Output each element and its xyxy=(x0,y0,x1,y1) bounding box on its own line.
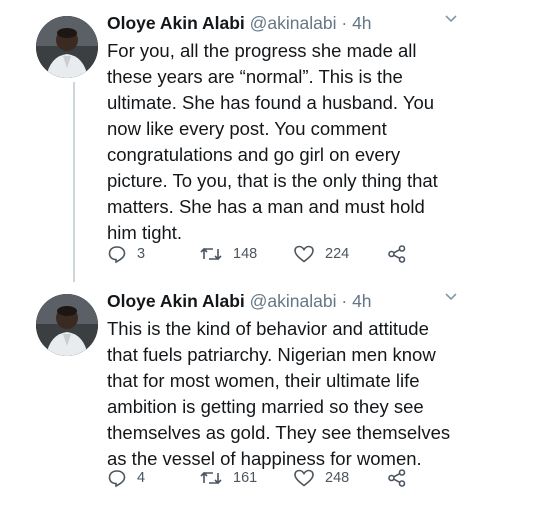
tweet-text-line: ambition is getting married so they see xyxy=(107,396,424,417)
tweet-text-line: these years are “normal”. This is the xyxy=(107,66,403,87)
tweet-text: For you, all the progress she made all t… xyxy=(107,38,527,246)
tweet-actions: 3 148 224 xyxy=(107,244,427,268)
chevron-down-icon[interactable] xyxy=(444,14,458,24)
share-button[interactable] xyxy=(387,244,407,264)
tweet-text-line: ultimate. She has found a husband. You xyxy=(107,92,435,113)
retweet-button[interactable]: 161 xyxy=(199,468,257,488)
tweet-text-line: matters. She has a man and must hold xyxy=(107,196,425,217)
reply-button[interactable]: 4 xyxy=(107,468,145,488)
tweet-text-line: him tight. xyxy=(107,222,183,243)
tweet-header: Oloye Akin Alabi @akinalabi · 4h xyxy=(107,12,372,34)
retweet-count: 161 xyxy=(233,470,258,486)
tweet-text-line: that for most women, their ultimate life xyxy=(107,370,420,391)
timestamp[interactable]: 4h xyxy=(352,291,371,311)
author-name[interactable]: Oloye Akin Alabi xyxy=(107,291,245,311)
tweet-text-line: congratulations and go girl on every xyxy=(107,144,401,165)
reply-count: 4 xyxy=(137,470,146,486)
reply-icon xyxy=(108,470,126,488)
avatar[interactable] xyxy=(36,294,98,356)
author-handle[interactable]: @akinalabi xyxy=(250,291,337,311)
tweet-text-line: that fuels patriarchy. Nigerian men know xyxy=(107,344,436,365)
tweet[interactable]: Oloye Akin Alabi @akinalabi · 4h For you… xyxy=(0,10,556,272)
heart-icon xyxy=(294,469,314,487)
tweet-actions: 4 161 248 xyxy=(107,468,427,492)
timestamp[interactable]: 4h xyxy=(352,13,371,33)
author-name[interactable]: Oloye Akin Alabi xyxy=(107,13,245,33)
reply-icon xyxy=(108,246,126,264)
like-button[interactable]: 224 xyxy=(293,244,349,264)
share-icon xyxy=(388,245,406,263)
tweet-text-line: picture. To you, that is the only thing … xyxy=(107,170,438,191)
retweet-icon xyxy=(200,247,222,261)
heart-icon xyxy=(294,245,314,263)
author-handle[interactable]: @akinalabi xyxy=(250,13,337,33)
retweet-button[interactable]: 148 xyxy=(199,244,257,264)
reply-count: 3 xyxy=(137,246,146,262)
tweet-text-line: now like every post. You comment xyxy=(107,118,387,139)
meta-separator: · xyxy=(341,291,348,311)
reply-button[interactable]: 3 xyxy=(107,244,145,264)
like-button[interactable]: 248 xyxy=(293,468,349,488)
tweet-text-line: This is the kind of behavior and attitud… xyxy=(107,318,429,339)
tweet[interactable]: Oloye Akin Alabi @akinalabi · 4h This is… xyxy=(0,288,556,498)
share-button[interactable] xyxy=(387,468,407,488)
meta-separator: · xyxy=(341,13,348,33)
tweet-text-line: themselves as gold. They see themselves xyxy=(107,422,451,443)
avatar[interactable] xyxy=(36,16,98,78)
chevron-down-icon[interactable] xyxy=(444,292,458,302)
retweet-count: 148 xyxy=(233,246,258,262)
like-count: 248 xyxy=(325,470,350,486)
like-count: 224 xyxy=(325,246,350,262)
tweet-header: Oloye Akin Alabi @akinalabi · 4h xyxy=(107,290,372,312)
retweet-icon xyxy=(200,471,222,485)
tweet-text: This is the kind of behavior and attitud… xyxy=(107,316,527,472)
share-icon xyxy=(388,469,406,487)
tweet-text-line: For you, all the progress she made all xyxy=(107,40,417,61)
